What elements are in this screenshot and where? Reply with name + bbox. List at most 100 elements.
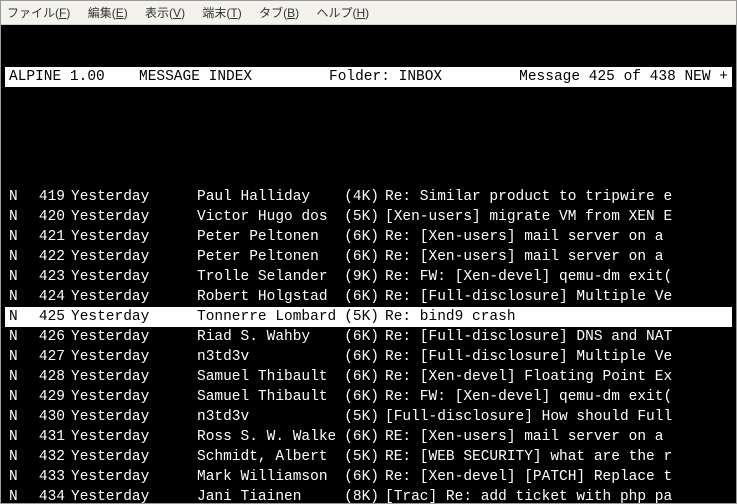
msg-number: 423 [25, 267, 65, 287]
msg-number: 432 [25, 447, 65, 467]
msg-subject: Re: Similar product to tripwire e [385, 187, 728, 207]
msg-size: (8K) [335, 487, 385, 503]
msg-from: n3td3v [175, 347, 335, 367]
msg-flag: N [9, 427, 25, 447]
msg-from: Robert Holgstad [175, 287, 335, 307]
message-row[interactable]: N425YesterdayTonnerre Lombard(5K)Re: bin… [5, 307, 732, 327]
msg-size: (6K) [335, 367, 385, 387]
msg-number: 429 [25, 387, 65, 407]
msg-size: (4K) [335, 187, 385, 207]
msg-flag: N [9, 227, 25, 247]
msg-date: Yesterday [65, 247, 175, 267]
msg-from: Victor Hugo dos S [175, 207, 335, 227]
message-row[interactable]: N423YesterdayTrolle Selander(9K)Re: FW: … [5, 267, 732, 287]
msg-flag: N [9, 327, 25, 347]
msg-number: 428 [25, 367, 65, 387]
msg-date: Yesterday [65, 207, 175, 227]
message-row[interactable]: N428YesterdaySamuel Thibault(6K)Re: [Xen… [5, 367, 732, 387]
message-row[interactable]: N420YesterdayVictor Hugo dos S(5K)[Xen-u… [5, 207, 732, 227]
menu-view[interactable]: 表示(V) [145, 6, 185, 20]
msg-subject: Re: [Xen-devel] Floating Point Ex [385, 367, 728, 387]
msg-number: 425 [25, 307, 65, 327]
msg-flag: N [9, 307, 25, 327]
msg-number: 419 [25, 187, 65, 207]
msg-subject: [Full-disclosure] How should Full [385, 407, 728, 427]
msg-number: 426 [25, 327, 65, 347]
msg-size: (5K) [335, 307, 385, 327]
message-row[interactable]: N419YesterdayPaul Halliday(4K)Re: Simila… [5, 187, 732, 207]
msg-number: 434 [25, 487, 65, 503]
msg-date: Yesterday [65, 407, 175, 427]
message-row[interactable]: N432YesterdaySchmidt, Albert E(5K)RE: [W… [5, 447, 732, 467]
app-name: ALPINE 1.00 [9, 67, 139, 87]
folder-label: Folder: INBOX [329, 67, 519, 87]
msg-from: Trolle Selander [175, 267, 335, 287]
message-row[interactable]: N427Yesterdayn3td3v(6K)Re: [Full-disclos… [5, 347, 732, 367]
msg-date: Yesterday [65, 327, 175, 347]
msg-subject: Re: [Xen-devel] [PATCH] Replace t [385, 467, 728, 487]
message-count: Message 425 of 438 NEW + [519, 67, 728, 87]
message-row[interactable]: N421YesterdayPeter Peltonen(6K)Re: [Xen-… [5, 227, 732, 247]
msg-subject: [Trac] Re: add ticket with php pa [385, 487, 728, 503]
message-row[interactable]: N434YesterdayJani Tiainen(8K)[Trac] Re: … [5, 487, 732, 503]
message-list: N419YesterdayPaul Halliday(4K)Re: Simila… [5, 187, 732, 503]
menubar: ファイル(F) 編集(E) 表示(V) 端末(T) タブ(B) ヘルプ(H) [1, 1, 736, 25]
msg-size: (6K) [335, 287, 385, 307]
msg-flag: N [9, 367, 25, 387]
msg-size: (6K) [335, 347, 385, 367]
msg-flag: N [9, 387, 25, 407]
menu-terminal[interactable]: 端末(T) [202, 6, 241, 20]
msg-subject: RE: [WEB SECURITY] what are the r [385, 447, 728, 467]
msg-number: 431 [25, 427, 65, 447]
message-row[interactable]: N430Yesterdayn3td3v(5K)[Full-disclosure]… [5, 407, 732, 427]
menu-tab[interactable]: タブ(B) [259, 6, 299, 20]
msg-size: (6K) [335, 467, 385, 487]
msg-flag: N [9, 267, 25, 287]
message-row[interactable]: N433YesterdayMark Williamson(6K)Re: [Xen… [5, 467, 732, 487]
menu-help[interactable]: ヘルプ(H) [316, 6, 369, 20]
msg-date: Yesterday [65, 447, 175, 467]
msg-date: Yesterday [65, 467, 175, 487]
menu-file[interactable]: ファイル(F) [7, 6, 70, 20]
msg-number: 421 [25, 227, 65, 247]
msg-size: (6K) [335, 327, 385, 347]
msg-subject: Re: FW: [Xen-devel] qemu-dm exit( [385, 387, 728, 407]
msg-from: Schmidt, Albert E [175, 447, 335, 467]
msg-flag: N [9, 407, 25, 427]
msg-number: 422 [25, 247, 65, 267]
menu-edit[interactable]: 編集(E) [88, 6, 128, 20]
message-row[interactable]: N422YesterdayPeter Peltonen(6K)Re: [Xen-… [5, 247, 732, 267]
msg-flag: N [9, 447, 25, 467]
msg-subject: Re: FW: [Xen-devel] qemu-dm exit( [385, 267, 728, 287]
terminal[interactable]: ALPINE 1.00 MESSAGE INDEX Folder: INBOX … [1, 25, 736, 503]
msg-from: Samuel Thibault [175, 387, 335, 407]
msg-subject: Re: [Xen-users] mail server on a [385, 227, 728, 247]
message-row[interactable]: N431YesterdayRoss S. W. Walker(6K)RE: [X… [5, 427, 732, 447]
msg-flag: N [9, 207, 25, 227]
message-row[interactable]: N424YesterdayRobert Holgstad(6K)Re: [Ful… [5, 287, 732, 307]
msg-from: Riad S. Wahby [175, 327, 335, 347]
message-row[interactable]: N429YesterdaySamuel Thibault(6K)Re: FW: … [5, 387, 732, 407]
msg-date: Yesterday [65, 427, 175, 447]
msg-subject: Re: bind9 crash [385, 307, 728, 327]
msg-date: Yesterday [65, 487, 175, 503]
msg-from: Peter Peltonen [175, 247, 335, 267]
msg-from: Mark Williamson [175, 467, 335, 487]
msg-size: (9K) [335, 267, 385, 287]
msg-subject: Re: [Full-disclosure] DNS and NAT [385, 327, 728, 347]
msg-from: n3td3v [175, 407, 335, 427]
msg-subject: Re: [Full-disclosure] Multiple Ve [385, 287, 728, 307]
msg-from: Tonnerre Lombard [175, 307, 335, 327]
msg-subject: [Xen-users] migrate VM from XEN E [385, 207, 728, 227]
message-row[interactable]: N426YesterdayRiad S. Wahby(6K)Re: [Full-… [5, 327, 732, 347]
msg-size: (5K) [335, 447, 385, 467]
msg-flag: N [9, 487, 25, 503]
msg-date: Yesterday [65, 287, 175, 307]
msg-date: Yesterday [65, 227, 175, 247]
msg-flag: N [9, 247, 25, 267]
msg-from: Ross S. W. Walker [175, 427, 335, 447]
msg-size: (6K) [335, 387, 385, 407]
msg-date: Yesterday [65, 347, 175, 367]
msg-number: 420 [25, 207, 65, 227]
msg-number: 424 [25, 287, 65, 307]
